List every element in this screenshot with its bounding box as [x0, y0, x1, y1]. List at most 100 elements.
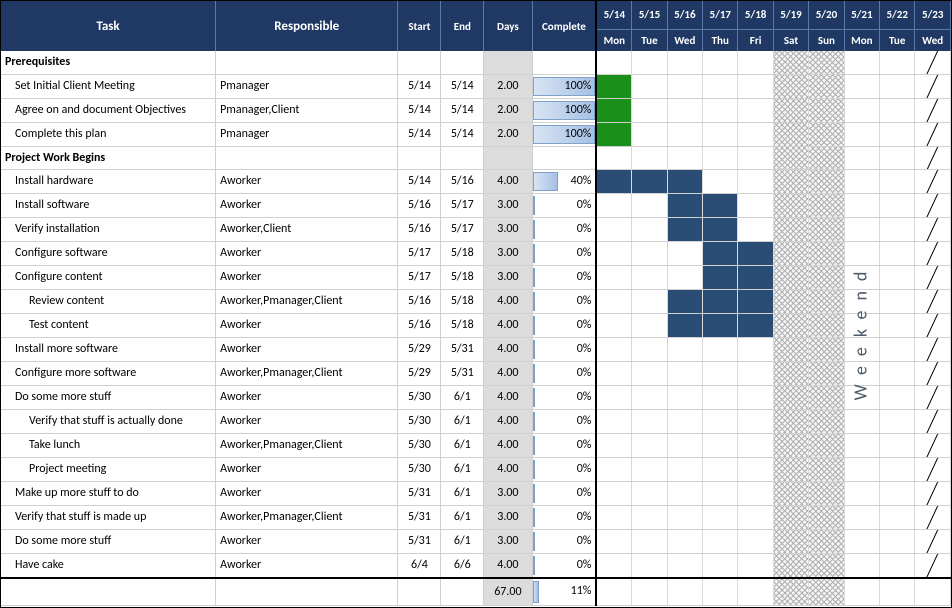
cell-complete[interactable]: 0% [532, 265, 596, 289]
cell-complete[interactable]: 0% [532, 385, 596, 409]
gantt-cell[interactable] [667, 409, 702, 433]
gantt-cell[interactable] [632, 122, 667, 146]
gantt-cell[interactable] [844, 457, 879, 481]
gantt-cell[interactable] [844, 51, 879, 74]
gantt-cell[interactable] [844, 122, 879, 146]
gantt-cell[interactable] [667, 481, 702, 505]
cell-days[interactable]: 3.00 [484, 505, 532, 529]
cell-task[interactable]: Agree on and document Objectives [1, 98, 216, 122]
gantt-cell[interactable] [844, 409, 879, 433]
gantt-cell[interactable] [738, 98, 773, 122]
gantt-cell[interactable] [596, 51, 631, 74]
gantt-cell[interactable] [773, 385, 808, 409]
cell-complete[interactable]: 0% [532, 217, 596, 241]
gantt-cell[interactable] [809, 193, 844, 217]
gantt-cell[interactable] [703, 361, 738, 385]
cell-start[interactable]: 5/30 [398, 433, 441, 457]
cell-complete[interactable]: 0% [532, 409, 596, 433]
cell-days[interactable]: 2.00 [484, 122, 532, 146]
gantt-cell[interactable] [773, 241, 808, 265]
cell-start[interactable]: 5/30 [398, 385, 441, 409]
cell-task[interactable]: Install more software [1, 337, 216, 361]
cell-complete[interactable]: 0% [532, 505, 596, 529]
cell-end[interactable]: 5/14 [441, 74, 484, 98]
gantt-cell[interactable] [844, 98, 879, 122]
gantt-cell[interactable] [703, 122, 738, 146]
gantt-cell[interactable] [880, 529, 915, 553]
gantt-cell[interactable] [738, 481, 773, 505]
gantt-cell[interactable] [773, 74, 808, 98]
gantt-cell[interactable] [703, 98, 738, 122]
cell-responsible[interactable]: Aworker,Pmanager,Client [216, 433, 398, 457]
cell-days[interactable]: 4.00 [484, 289, 532, 313]
gantt-cell[interactable] [667, 553, 702, 578]
gantt-cell[interactable] [880, 122, 915, 146]
gantt-cell[interactable] [880, 553, 915, 578]
gantt-cell[interactable] [667, 169, 702, 193]
gantt-cell[interactable] [844, 193, 879, 217]
cell-responsible[interactable]: Aworker [216, 193, 398, 217]
cell-task[interactable]: Set Initial Client Meeting [1, 74, 216, 98]
cell-responsible[interactable]: Aworker [216, 313, 398, 337]
gantt-cell[interactable] [844, 529, 879, 553]
cell-responsible[interactable]: Aworker [216, 169, 398, 193]
gantt-cell[interactable] [738, 433, 773, 457]
gantt-cell[interactable] [809, 74, 844, 98]
gantt-cell[interactable] [844, 361, 879, 385]
gantt-cell[interactable] [703, 337, 738, 361]
gantt-cell[interactable] [809, 217, 844, 241]
gantt-cell[interactable] [596, 74, 631, 98]
gantt-cell[interactable] [738, 553, 773, 578]
gantt-cell[interactable] [773, 337, 808, 361]
gantt-cell[interactable] [773, 169, 808, 193]
gantt-cell[interactable] [773, 457, 808, 481]
cell-days[interactable]: 4.00 [484, 385, 532, 409]
gantt-cell[interactable] [880, 578, 915, 606]
cell-complete[interactable]: 0% [532, 457, 596, 481]
cell-end[interactable]: 6/1 [441, 505, 484, 529]
cell-start[interactable]: 6/4 [398, 553, 441, 578]
gantt-cell[interactable] [738, 361, 773, 385]
gantt-cell[interactable] [844, 241, 879, 265]
gantt-cell[interactable] [738, 409, 773, 433]
gantt-cell[interactable] [667, 146, 702, 169]
gantt-cell[interactable] [667, 193, 702, 217]
gantt-cell[interactable] [809, 51, 844, 74]
gantt-cell[interactable] [632, 433, 667, 457]
cell-complete[interactable]: 100% [532, 74, 596, 98]
gantt-cell[interactable] [703, 193, 738, 217]
gantt-cell[interactable] [738, 337, 773, 361]
gantt-cell[interactable] [880, 433, 915, 457]
gantt-cell[interactable] [809, 122, 844, 146]
gantt-cell[interactable] [773, 146, 808, 169]
cell-complete[interactable]: 0% [532, 433, 596, 457]
gantt-cell[interactable] [773, 578, 808, 606]
gantt-cell[interactable] [844, 74, 879, 98]
gantt-cell[interactable] [844, 481, 879, 505]
gantt-cell[interactable] [596, 241, 631, 265]
gantt-cell[interactable] [703, 553, 738, 578]
gantt-cell[interactable] [844, 433, 879, 457]
gantt-cell[interactable] [738, 51, 773, 74]
gantt-cell[interactable] [844, 217, 879, 241]
cell-task[interactable]: Verify installation [1, 217, 216, 241]
cell-days[interactable]: 2.00 [484, 98, 532, 122]
gantt-cell[interactable] [880, 457, 915, 481]
cell-responsible[interactable]: Pmanager [216, 122, 398, 146]
gantt-cell[interactable] [809, 409, 844, 433]
gantt-cell[interactable] [703, 51, 738, 74]
gantt-cell[interactable] [738, 169, 773, 193]
gantt-cell[interactable] [738, 217, 773, 241]
gantt-cell[interactable] [703, 505, 738, 529]
gantt-cell[interactable] [596, 98, 631, 122]
cell-complete[interactable]: 100% [532, 98, 596, 122]
gantt-cell[interactable] [773, 481, 808, 505]
gantt-cell[interactable] [667, 505, 702, 529]
gantt-cell[interactable] [632, 146, 667, 169]
cell-days[interactable]: 4.00 [484, 457, 532, 481]
gantt-cell[interactable] [915, 505, 951, 529]
cell-days[interactable]: 3.00 [484, 241, 532, 265]
gantt-cell[interactable] [703, 529, 738, 553]
gantt-cell[interactable] [880, 217, 915, 241]
cell-task[interactable]: Verify that stuff is actually done [1, 409, 216, 433]
